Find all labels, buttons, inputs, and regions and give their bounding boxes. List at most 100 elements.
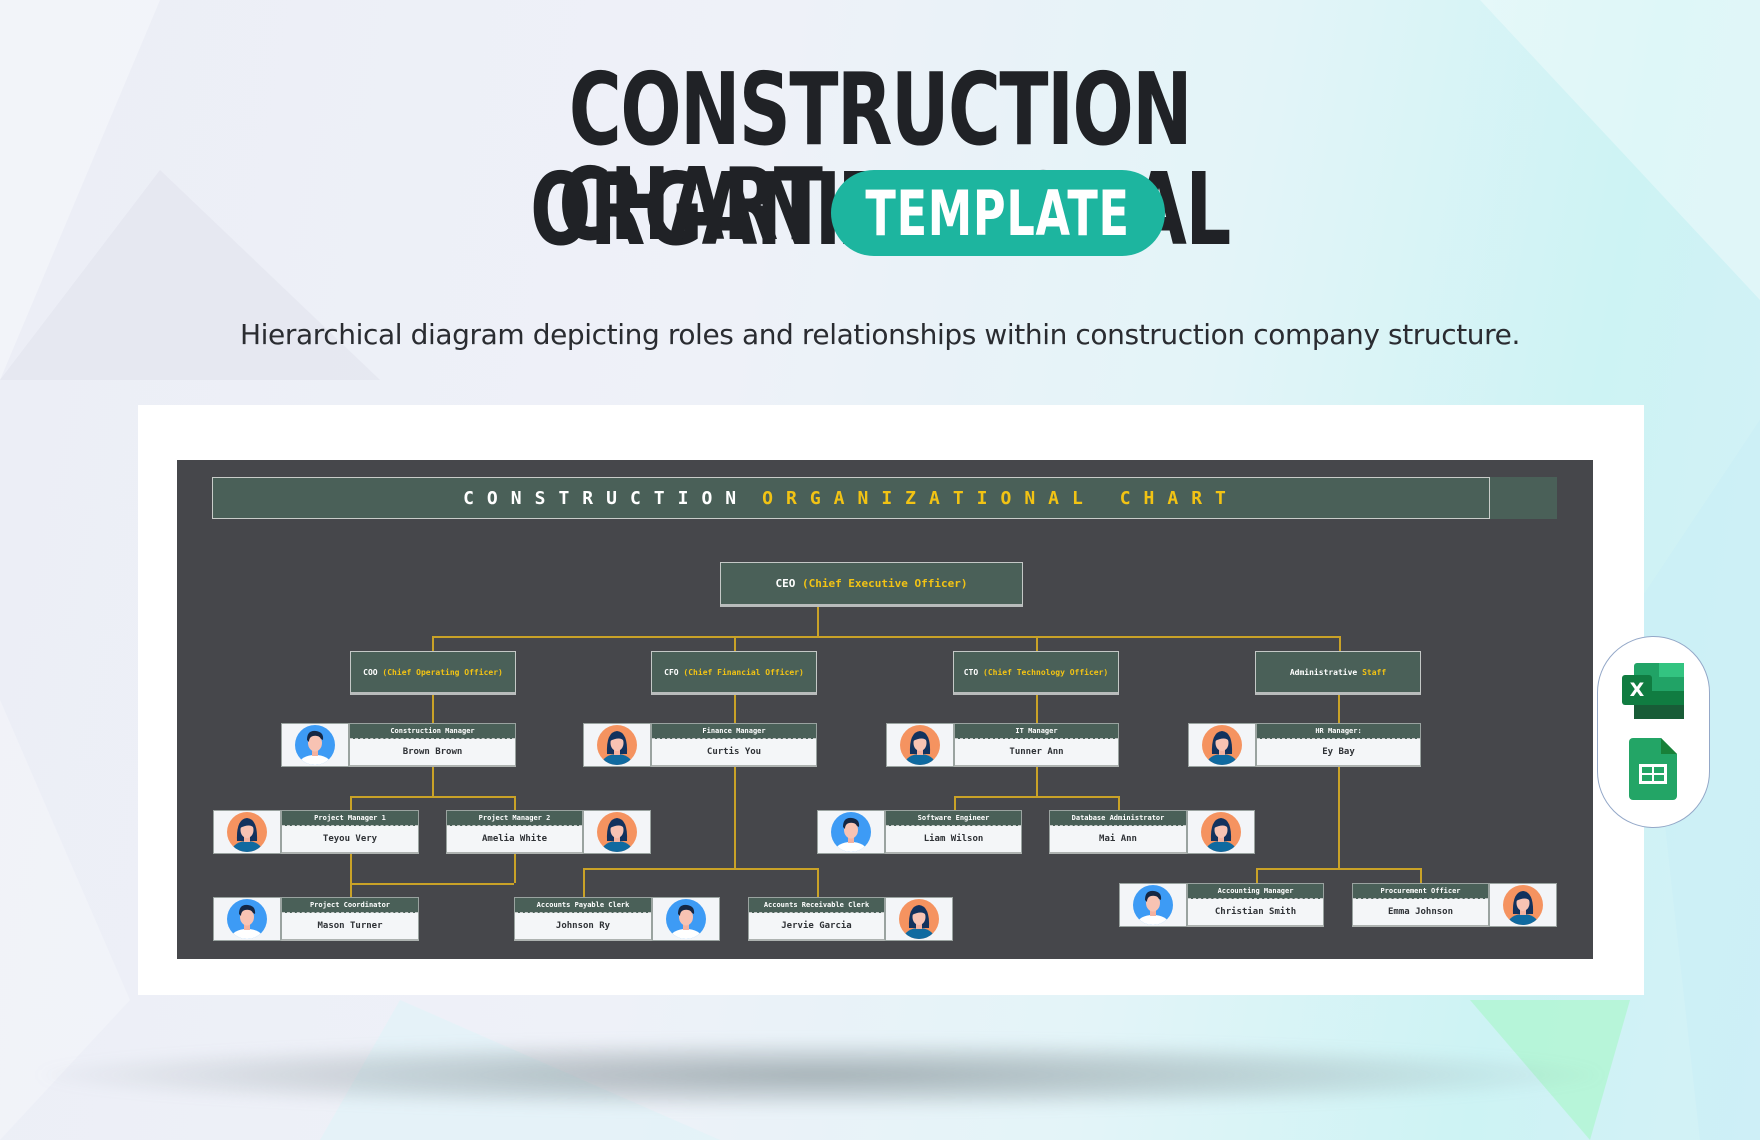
person-card: Project Coordinator Mason Turner	[213, 897, 419, 941]
page-subtitle: Hierarchical diagram depicting roles and…	[240, 318, 1520, 351]
connector-line	[1339, 636, 1341, 651]
google-sheets-icon[interactable]	[1629, 738, 1677, 800]
cto-title: (Chief Technology Officer)	[983, 667, 1109, 677]
template-badge-label: TEMPLATE	[865, 176, 1131, 250]
person-info: Software Engineer Liam Wilson	[885, 810, 1022, 854]
person-role: Finance Manager	[652, 724, 816, 739]
person-photo	[281, 723, 349, 767]
admin-staff-box: Administrative Staff	[1255, 651, 1421, 695]
person-role: Project Manager 1	[282, 811, 418, 826]
person-card: Software Engineer Liam Wilson	[817, 810, 1022, 854]
excel-icon[interactable]: X	[1622, 663, 1686, 721]
connector-line	[954, 796, 1118, 798]
person-role: HR Manager:	[1257, 724, 1420, 739]
connector-line	[1036, 767, 1038, 796]
male-avatar-icon	[295, 725, 335, 765]
person-card: Procurement Officer Emma Johnson	[1352, 883, 1557, 927]
connector-line	[432, 695, 434, 723]
person-info: Procurement Officer Emma Johnson	[1352, 883, 1489, 927]
person-card: Database Administrator Mai Ann	[1049, 810, 1255, 854]
female-avatar-icon	[1201, 812, 1241, 852]
person-card: HR Manager: Ey Bay	[1188, 723, 1421, 767]
ceo-title: (Chief Executive Officer)	[801, 577, 968, 590]
person-photo	[1119, 883, 1187, 927]
female-avatar-icon	[227, 812, 267, 852]
person-name: Johnson Ry	[555, 921, 611, 931]
admin-title: Staff	[1362, 667, 1387, 677]
person-role: IT Manager	[955, 724, 1118, 739]
connector-line	[1036, 636, 1038, 651]
female-avatar-icon	[1503, 885, 1543, 925]
person-photo	[652, 897, 720, 941]
svg-text:X: X	[1630, 679, 1645, 701]
ceo-abbr: CEO	[775, 577, 796, 590]
banner-title-part2: ORGANIZATIONAL CHART	[762, 487, 1239, 509]
person-name: Mai Ann	[1099, 834, 1137, 844]
male-avatar-icon	[1133, 885, 1173, 925]
person-info: Database Administrator Mai Ann	[1049, 810, 1187, 854]
male-avatar-icon	[831, 812, 871, 852]
person-card: Construction Manager Brown Brown	[281, 723, 516, 767]
connector-line	[817, 607, 819, 636]
male-avatar-icon	[227, 899, 267, 939]
person-role: Project Manager 2	[447, 811, 582, 826]
connector-line	[1256, 868, 1258, 883]
connector-line	[583, 868, 817, 870]
person-photo	[213, 810, 281, 854]
person-photo	[213, 897, 281, 941]
cfo-box: CFO (Chief Financial Officer)	[651, 651, 817, 695]
connector-line	[432, 636, 1339, 638]
connector-line	[432, 636, 434, 651]
coo-box: COO (Chief Operating Officer)	[350, 651, 516, 695]
frame-shadow	[40, 1040, 1600, 1110]
person-card: Accounts Payable Clerk Johnson Ry	[514, 897, 720, 941]
connector-line	[1420, 868, 1422, 883]
person-info: Finance Manager Curtis You	[651, 723, 817, 767]
person-info: Accounting Manager Christian Smith	[1187, 883, 1324, 927]
connector-line	[432, 767, 434, 796]
person-photo	[885, 897, 953, 941]
connector-line	[734, 695, 736, 723]
person-name: Curtis You	[706, 747, 762, 757]
person-photo	[583, 810, 651, 854]
person-info: Accounts Receivable Clerk Jervie Garcia	[748, 897, 885, 941]
person-card: Project Manager 1 Teyou Very	[213, 810, 419, 854]
template-badge: TEMPLATE	[831, 170, 1165, 256]
person-photo	[1188, 723, 1256, 767]
cfo-title: (Chief Financial Officer)	[683, 667, 804, 677]
person-photo	[583, 723, 651, 767]
person-role: Construction Manager	[350, 724, 515, 739]
connector-line	[1256, 868, 1420, 870]
person-photo	[1187, 810, 1255, 854]
person-name: Christian Smith	[1214, 907, 1297, 917]
connector-line	[514, 854, 516, 883]
person-role: Software Engineer	[886, 811, 1021, 826]
female-avatar-icon	[1202, 725, 1242, 765]
person-name: Mason Turner	[317, 921, 383, 931]
person-name: Amelia White	[481, 834, 548, 844]
person-card: Finance Manager Curtis You	[583, 723, 817, 767]
connector-line	[350, 796, 514, 798]
male-avatar-icon	[666, 899, 706, 939]
person-info: Project Manager 2 Amelia White	[446, 810, 583, 854]
cto-box: CTO (Chief Technology Officer)	[953, 651, 1119, 695]
cfo-abbr: CFO	[664, 667, 679, 677]
person-role: Accounting Manager	[1188, 884, 1323, 899]
app-icons-pill: X	[1597, 636, 1710, 828]
chart-banner: CONSTRUCTION ORGANIZATIONAL CHART	[212, 477, 1490, 519]
person-card: Accounts Receivable Clerk Jervie Garcia	[748, 897, 953, 941]
connector-line	[350, 854, 352, 897]
admin-abbr: Administrative	[1289, 667, 1358, 677]
cto-abbr: CTO	[963, 667, 979, 677]
person-info: Project Coordinator Mason Turner	[281, 897, 419, 941]
connector-line	[1036, 695, 1038, 723]
connector-line	[817, 868, 819, 897]
connector-line	[583, 868, 585, 897]
person-photo	[886, 723, 954, 767]
connector-line	[350, 883, 514, 885]
person-name: Jervie Garcia	[781, 921, 852, 931]
person-card: Accounting Manager Christian Smith	[1119, 883, 1324, 927]
connector-line	[1338, 695, 1340, 723]
female-avatar-icon	[597, 725, 637, 765]
person-role: Project Coordinator	[282, 898, 418, 913]
